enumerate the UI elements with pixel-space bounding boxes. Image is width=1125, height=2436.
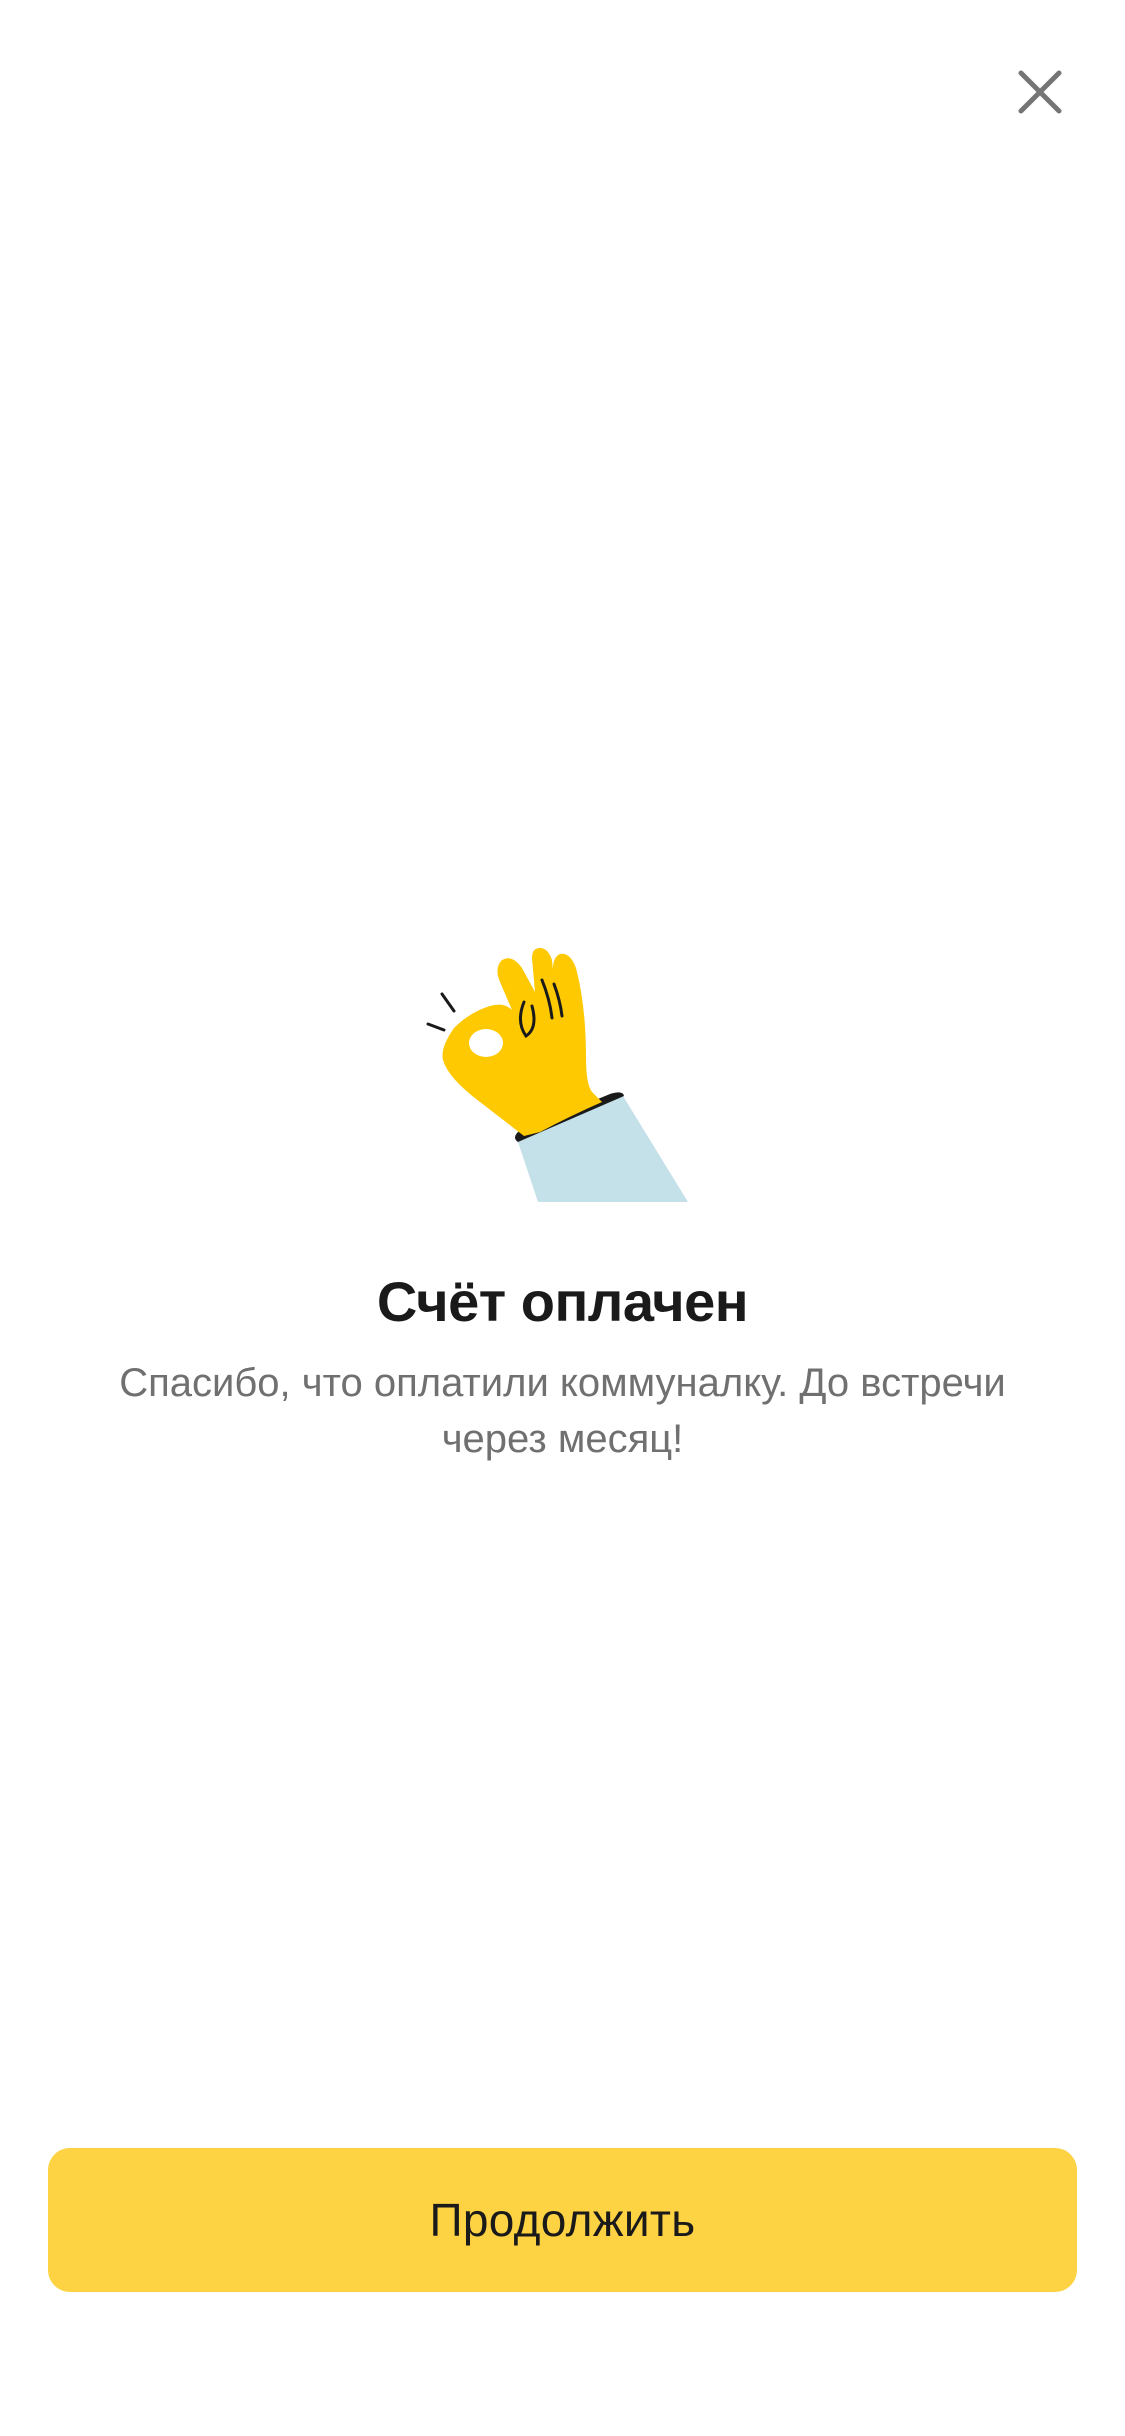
page-subtitle: Спасибо, что оплатили коммуналку. До вст…	[119, 1361, 1006, 1461]
close-button[interactable]	[1000, 52, 1080, 132]
continue-button[interactable]: Продолжить	[48, 2148, 1077, 2292]
page-title: Счёт оплачен	[376, 1270, 749, 1333]
ok-hand-illustration	[420, 910, 700, 1205]
ok-hand-icon	[426, 948, 688, 1202]
payment-success-screen: Счёт оплачен Спасибо, что оплатили комму…	[0, 0, 1125, 2436]
close-icon	[1018, 70, 1062, 114]
continue-button-label: Продолжить	[429, 2194, 696, 2246]
